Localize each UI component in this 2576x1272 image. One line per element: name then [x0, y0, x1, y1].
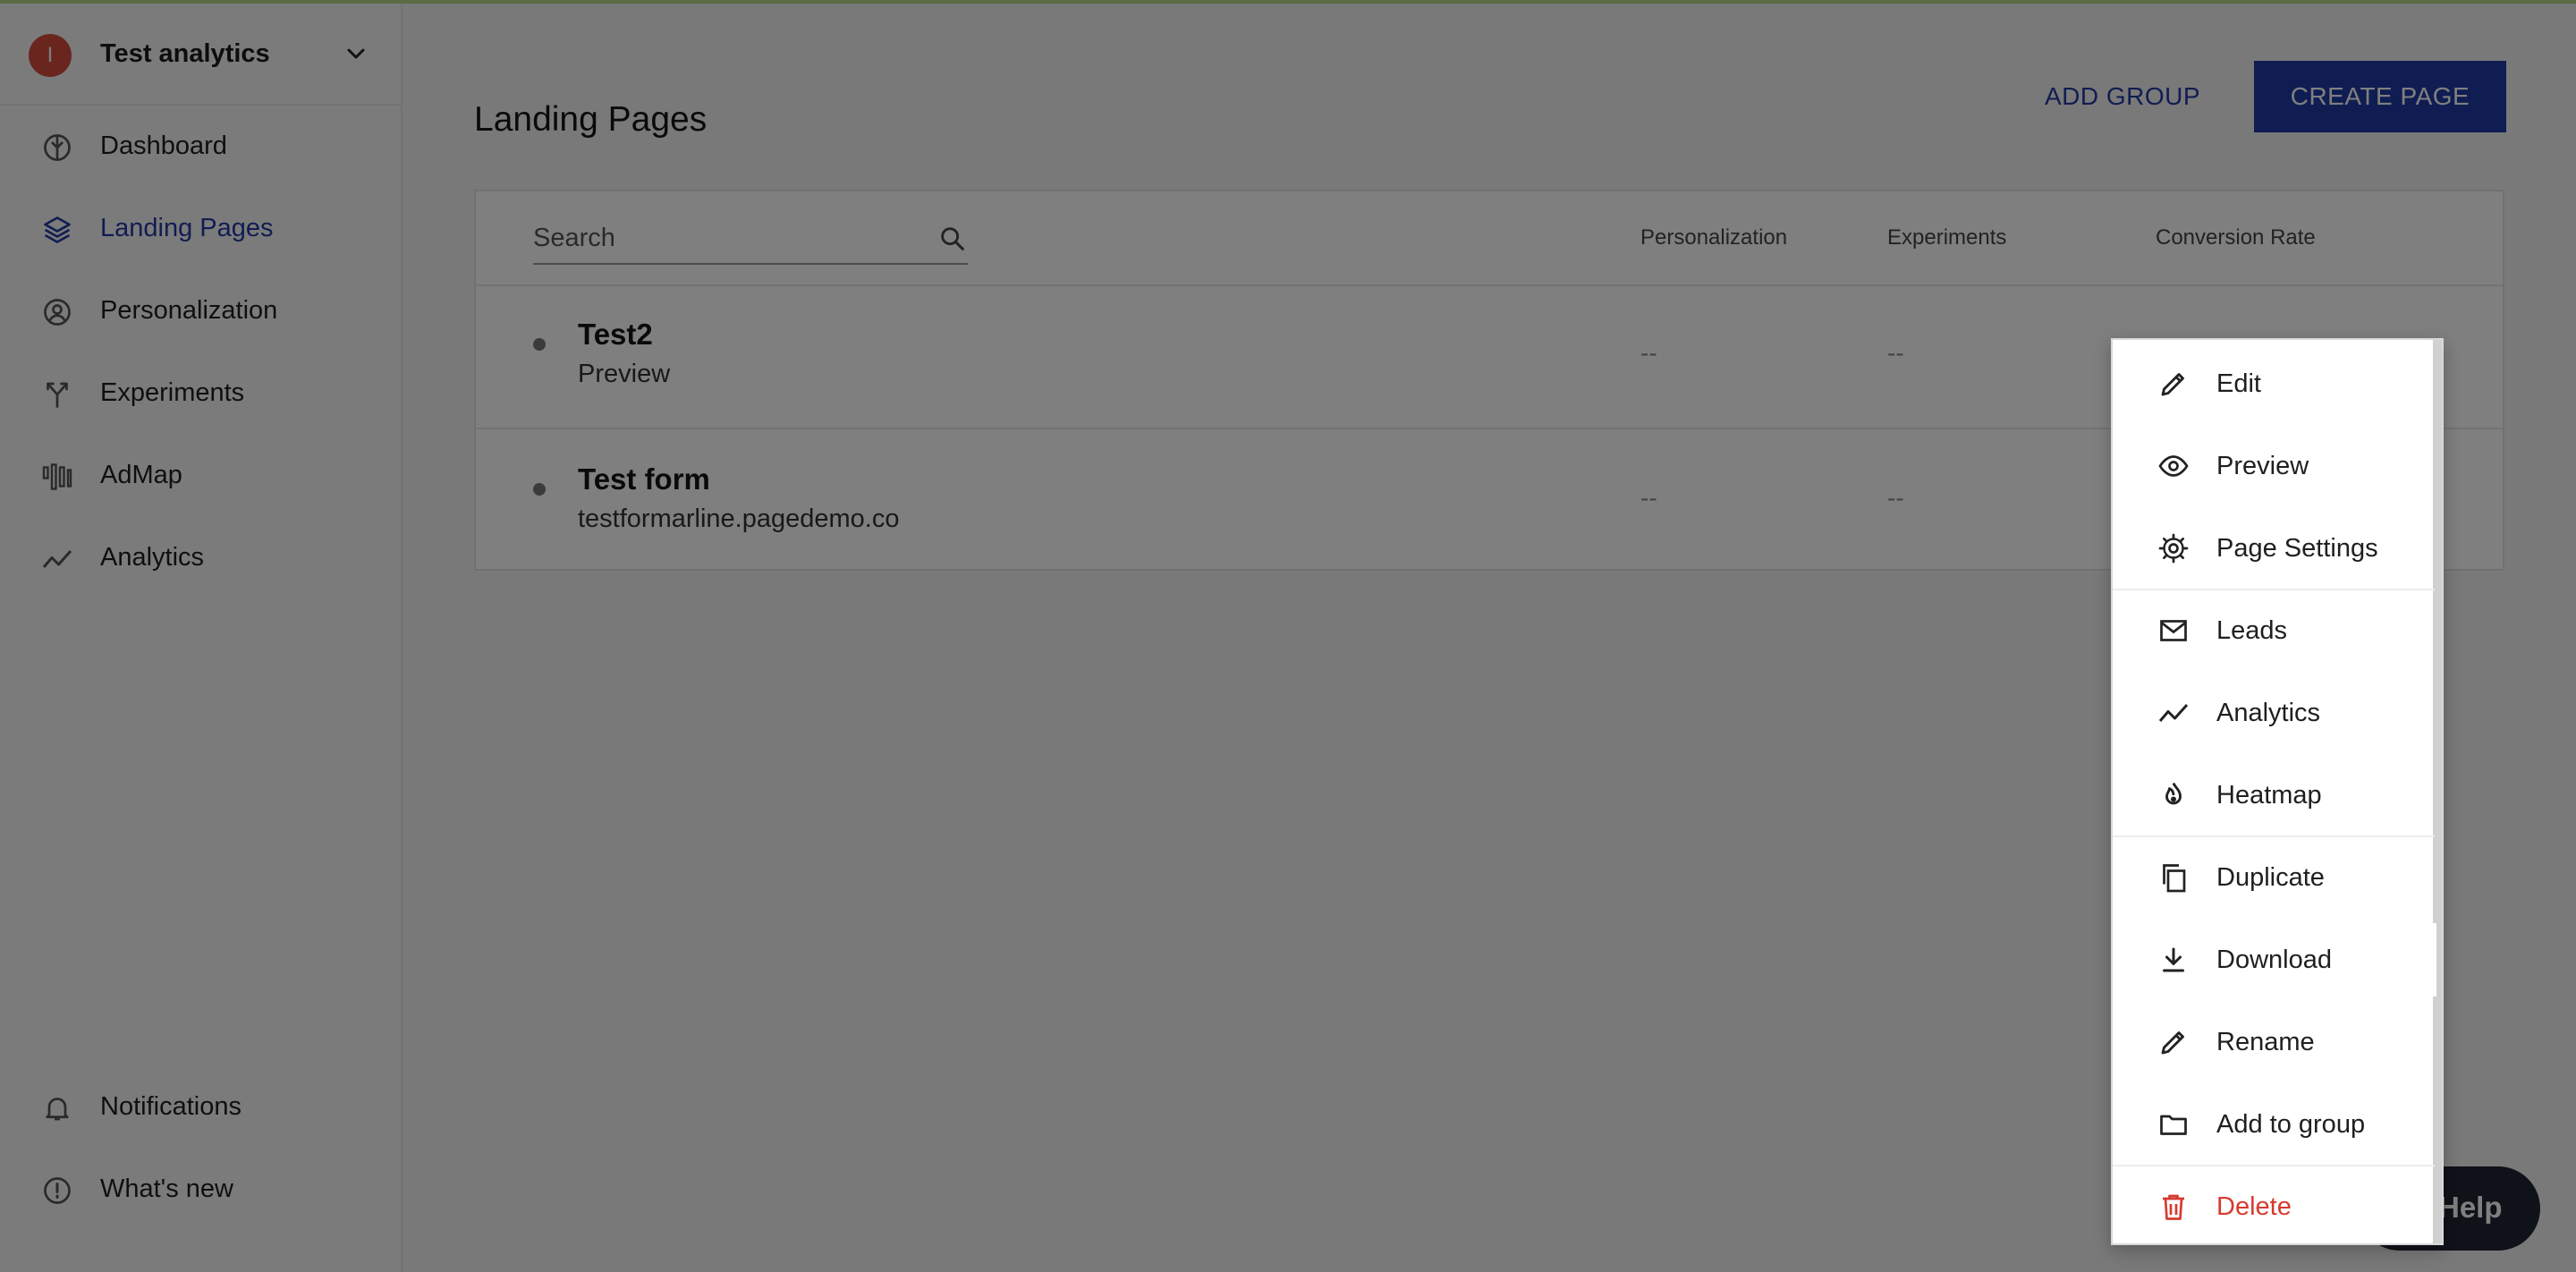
- menu-item-delete[interactable]: Delete: [2122, 1170, 2436, 1243]
- menu-divider: [2113, 589, 2435, 590]
- menu-item-leads[interactable]: Leads: [2122, 594, 2436, 667]
- menu-item-add-to-group[interactable]: Add to group: [2122, 1088, 2436, 1161]
- pencil-icon: [2161, 1031, 2184, 1055]
- trash-icon: [2163, 1194, 2184, 1220]
- menu-item-rename[interactable]: Rename: [2122, 1005, 2436, 1079]
- pencil-icon: [2161, 373, 2184, 396]
- menu-item-label: Heatmap: [2216, 781, 2322, 810]
- copy-icon: [2163, 864, 2186, 893]
- menu-item-label: Leads: [2216, 616, 2288, 645]
- menu-item-label: Preview: [2216, 452, 2309, 480]
- gear-icon: [2158, 533, 2189, 564]
- menu-item-label: Page Settings: [2216, 534, 2378, 563]
- menu-item-label: Add to group: [2216, 1110, 2366, 1139]
- menu-item-edit[interactable]: Edit: [2122, 347, 2436, 420]
- folder-icon: [2160, 1115, 2187, 1135]
- menu-item-label: Edit: [2216, 369, 2261, 398]
- page-actions-menu: Edit Preview Page Settings Leads Analyti…: [2111, 338, 2444, 1245]
- menu-item-label: Delete: [2216, 1192, 2292, 1221]
- trend-icon: [2158, 703, 2189, 722]
- eye-icon: [2158, 455, 2189, 477]
- menu-item-download[interactable]: Download: [2122, 923, 2436, 996]
- mail-icon: [2160, 620, 2187, 641]
- menu-item-analytics[interactable]: Analytics: [2122, 676, 2436, 750]
- menu-item-label: Duplicate: [2216, 863, 2325, 892]
- menu-item-duplicate[interactable]: Duplicate: [2122, 841, 2436, 914]
- menu-divider: [2113, 1165, 2435, 1166]
- menu-divider: [2113, 835, 2435, 837]
- download-icon: [2163, 947, 2184, 972]
- menu-item-page-settings[interactable]: Page Settings: [2122, 512, 2436, 585]
- menu-item-label: Rename: [2216, 1028, 2315, 1056]
- menu-item-label: Download: [2216, 946, 2332, 974]
- menu-item-heatmap[interactable]: Heatmap: [2122, 759, 2436, 832]
- menu-item-preview[interactable]: Preview: [2122, 429, 2436, 503]
- menu-item-label: Analytics: [2216, 699, 2321, 727]
- window-frame-top: [0, 0, 2576, 4]
- flame-icon: [2165, 782, 2182, 805]
